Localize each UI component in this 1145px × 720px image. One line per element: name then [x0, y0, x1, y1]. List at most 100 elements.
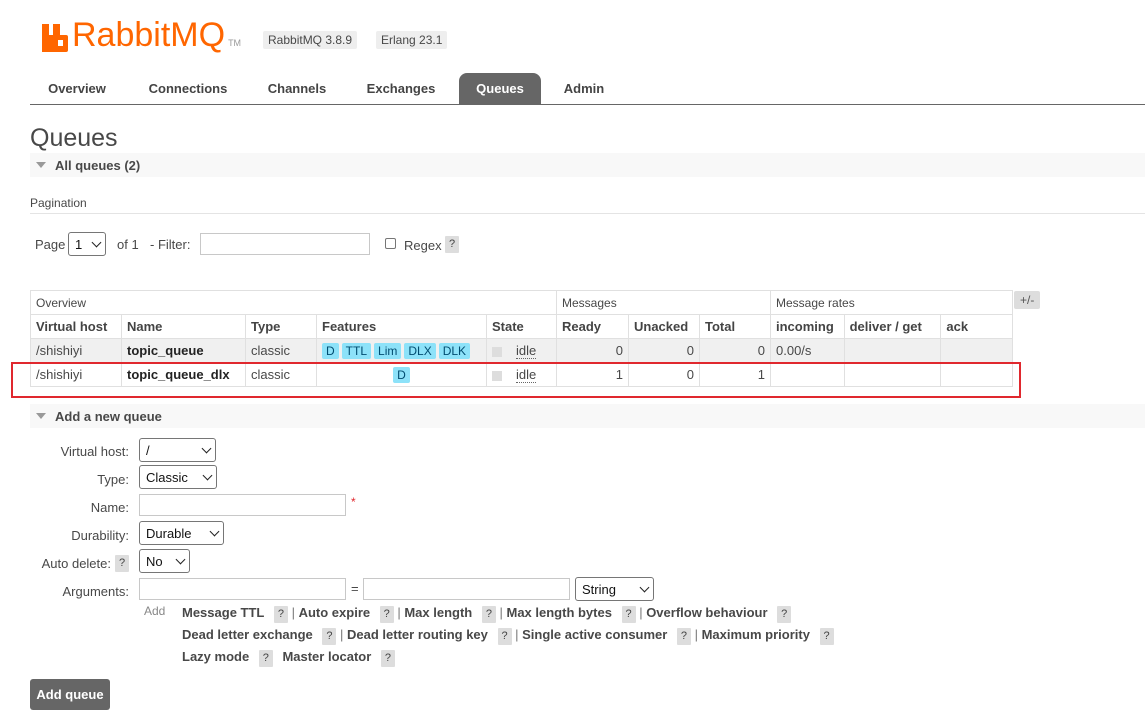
rabbitmq-logo-icon	[42, 24, 68, 52]
regex-checkbox[interactable]	[385, 238, 396, 249]
help-button[interactable]: ?	[481, 606, 496, 623]
column-toggle-button[interactable]: +/-	[1014, 291, 1041, 309]
help-button[interactable]: ?	[497, 628, 512, 645]
page-count: of 1	[117, 237, 139, 252]
col-ready[interactable]: Ready	[556, 314, 629, 339]
help-button[interactable]: ?	[621, 606, 636, 623]
row-ack	[940, 362, 1013, 387]
page-select[interactable]: 1	[68, 232, 106, 256]
virtual-host-select-value: /	[146, 442, 150, 458]
help-button[interactable]: ?	[676, 628, 691, 645]
row-features: D	[316, 362, 487, 387]
arguments-label: Arguments:	[62, 584, 129, 599]
all-queues-section-header[interactable]: All queues (2)	[30, 153, 1145, 177]
queue-name-link[interactable]: topic_queue_dlx	[121, 362, 246, 387]
tab-connections[interactable]: Connections	[136, 73, 240, 104]
col-ack[interactable]: ack	[940, 314, 1013, 339]
help-button[interactable]: ?	[273, 606, 288, 623]
argument-key-input[interactable]	[139, 578, 346, 600]
separator: |	[635, 605, 647, 620]
col-incoming[interactable]: incoming	[770, 314, 845, 339]
row-state: idle	[486, 338, 557, 363]
add-queue-button[interactable]: Add queue	[30, 679, 110, 710]
auto-delete-select[interactable]: No	[139, 549, 190, 573]
main-nav-tabs: Overview Connections Channels Exchanges …	[30, 73, 1145, 105]
arg-link-max-length-bytes[interactable]: Max length bytes	[506, 605, 611, 620]
arg-link-overflow-behaviour[interactable]: Overflow behaviour	[646, 605, 767, 620]
help-button[interactable]: ?	[380, 650, 395, 667]
regex-label: Regex	[404, 238, 442, 253]
col-unacked[interactable]: Unacked	[628, 314, 700, 339]
row-total: 0	[699, 338, 771, 363]
col-deliver-get[interactable]: deliver / get	[843, 314, 942, 339]
chevron-down-icon	[91, 237, 102, 247]
row-unacked: 0	[628, 362, 700, 387]
arg-link-max-length[interactable]: Max length	[404, 605, 472, 620]
table-row[interactable]: /shishiyi topic_queue classic D TTL Lim DLX…	[30, 338, 1013, 363]
feature-badge-d[interactable]: D	[322, 342, 339, 359]
table-column-header-row: Virtual host Name Type Features State Re…	[30, 314, 1013, 339]
feature-badge-lim[interactable]: Lim	[374, 342, 402, 359]
row-vhost: /shishiyi	[30, 338, 122, 363]
add-queue-section-header[interactable]: Add a new queue	[30, 404, 1145, 428]
arg-link-master-locator[interactable]: Master locator	[282, 649, 371, 664]
argument-type-select-value: String	[582, 581, 616, 597]
equals-sign: =	[351, 581, 359, 596]
feature-badge-d[interactable]: D	[393, 366, 410, 383]
feature-badge-dlk[interactable]: DLK	[438, 342, 471, 359]
state-text: idle	[516, 343, 537, 359]
col-features[interactable]: Features	[316, 314, 487, 339]
help-button[interactable]: ?	[777, 606, 792, 623]
tab-overview[interactable]: Overview	[30, 73, 124, 104]
table-row[interactable]: /shishiyi topic_queue_dlx classic D idle…	[30, 362, 1013, 387]
auto-delete-select-value: No	[146, 553, 163, 569]
logo-wordmark: RabbitMQ	[72, 16, 226, 54]
arg-link-dead-letter-routing-key[interactable]: Dead letter routing key	[347, 627, 488, 642]
argument-type-select[interactable]: String	[575, 577, 654, 601]
argument-value-input[interactable]	[363, 578, 570, 600]
arg-link-dead-letter-exchange[interactable]: Dead letter exchange	[182, 627, 313, 642]
rabbitmq-logo[interactable]: RabbitMQ TM	[42, 12, 241, 52]
regex-help-button[interactable]: ?	[445, 236, 459, 253]
feature-badge-ttl[interactable]: TTL	[341, 342, 372, 359]
row-vhost: /shishiyi	[30, 362, 122, 387]
page-label: Page	[35, 237, 66, 252]
queue-name-input[interactable]	[139, 494, 346, 516]
feature-badge-dlx[interactable]: DLX	[404, 342, 436, 359]
all-queues-heading: All queues (2)	[55, 158, 141, 173]
tab-queues[interactable]: Queues	[459, 73, 541, 104]
row-features: D TTL Lim DLX DLK	[316, 338, 487, 363]
tab-admin[interactable]: Admin	[550, 73, 618, 104]
help-button[interactable]: ?	[379, 606, 394, 623]
add-label: Add	[144, 604, 166, 618]
arg-link-maximum-priority[interactable]: Maximum priority	[702, 627, 810, 642]
tab-exchanges[interactable]: Exchanges	[353, 73, 449, 104]
help-button[interactable]: ?	[258, 650, 273, 667]
filter-input[interactable]	[200, 233, 370, 255]
type-select[interactable]: Classic	[139, 465, 217, 489]
auto-delete-help-button[interactable]: ?	[115, 555, 129, 572]
tab-channels[interactable]: Channels	[255, 73, 339, 104]
arg-link-auto-expire[interactable]: Auto expire	[299, 605, 371, 620]
arg-link-message-ttl[interactable]: Message TTL	[182, 605, 264, 620]
separator: |	[495, 605, 507, 620]
arg-link-lazy-mode[interactable]: Lazy mode	[182, 649, 249, 664]
virtual-host-select[interactable]: /	[139, 438, 216, 462]
col-state[interactable]: State	[486, 314, 557, 339]
col-virtual-host[interactable]: Virtual host	[30, 314, 122, 339]
col-type[interactable]: Type	[245, 314, 317, 339]
col-total[interactable]: Total	[699, 314, 771, 339]
chevron-down-icon	[209, 526, 220, 536]
argument-links-row-3: Lazy mode ? Master locator ?	[182, 649, 395, 667]
help-button[interactable]: ?	[322, 628, 337, 645]
arg-link-single-active-consumer[interactable]: Single active consumer	[522, 627, 667, 642]
page-title: Queues	[30, 124, 118, 152]
help-button[interactable]: ?	[819, 628, 834, 645]
col-name[interactable]: Name	[121, 314, 246, 339]
durability-select[interactable]: Durable	[139, 521, 224, 545]
queue-name-link[interactable]: topic_queue	[121, 338, 246, 363]
group-message-rates: Message rates	[770, 290, 1013, 315]
durability-label: Durability:	[71, 528, 129, 543]
group-messages: Messages	[556, 290, 771, 315]
row-ready: 1	[556, 362, 629, 387]
